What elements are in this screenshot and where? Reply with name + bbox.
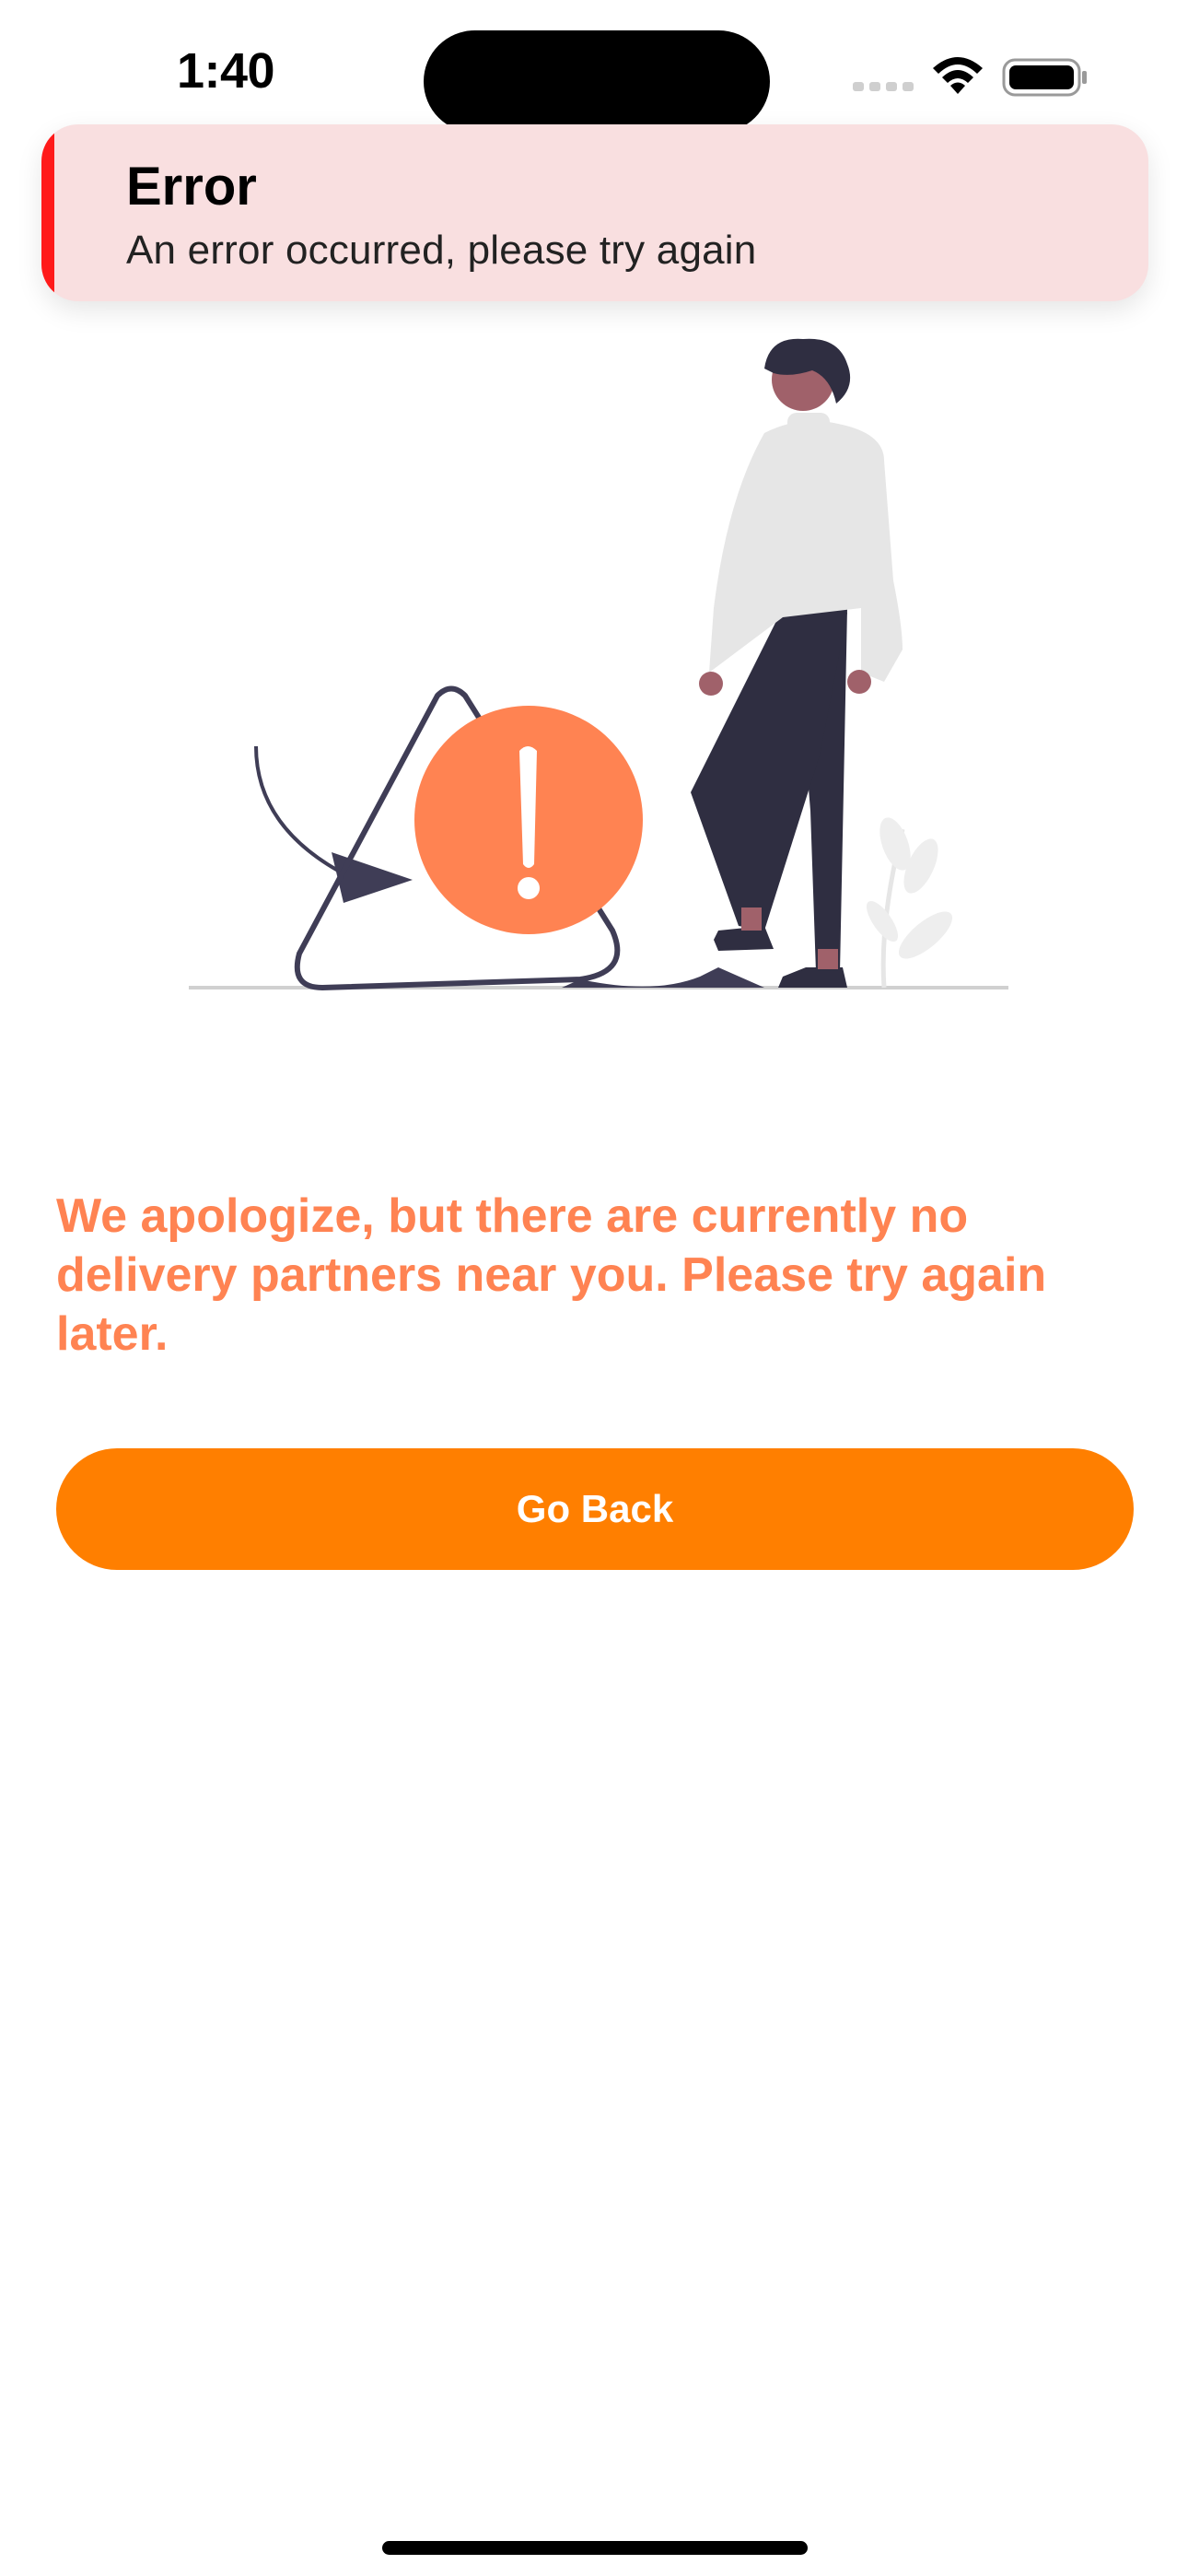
person-figure [691,338,903,988]
status-time: 1:40 [176,43,275,99]
exclamation-icon [414,706,643,934]
go-back-button[interactable]: Go Back [56,1448,1134,1570]
error-toast[interactable]: Error An error occurred, please try agai… [41,124,1148,301]
status-icons [853,57,1089,98]
home-indicator[interactable] [382,2541,808,2555]
battery-icon [1002,58,1087,97]
cellular-signal-icon [853,64,914,91]
no-delivery-partners-message: We apologize, but there are currently no… [56,1189,1047,1361]
dynamic-island [424,30,770,133]
plant-icon [866,817,953,989]
toast-accent-bar [41,124,54,301]
toast-message: An error occurred, please try again [126,228,757,273]
wifi-icon [933,57,983,94]
warning-illustration [189,338,1008,990]
toast-title: Error [126,157,257,217]
curved-arrow-icon [254,745,413,903]
